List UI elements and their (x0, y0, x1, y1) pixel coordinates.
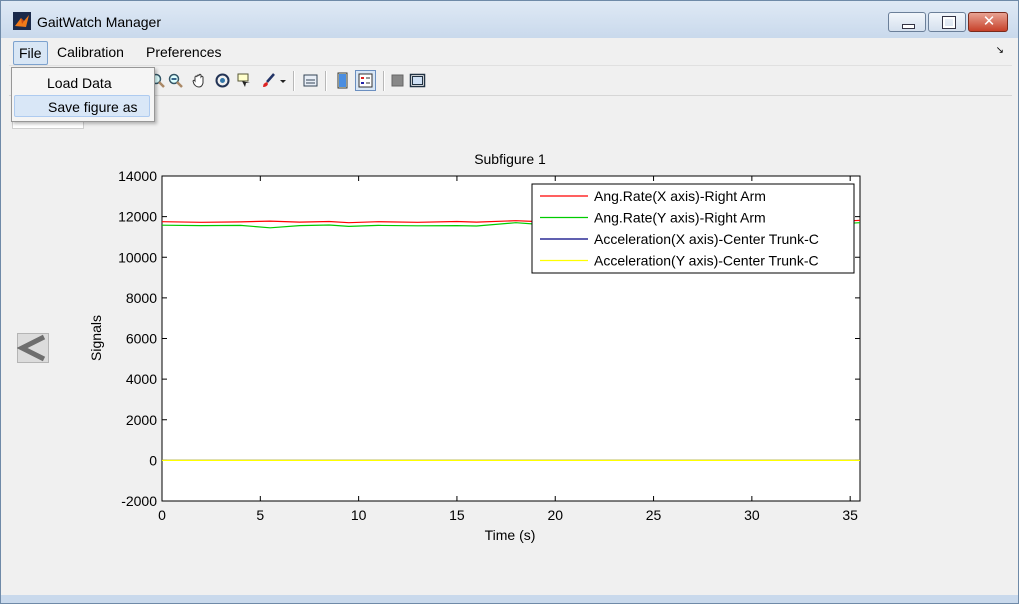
legend-icon[interactable] (355, 70, 376, 91)
menu-bar: File Calibration Preferences ↘ (9, 39, 1012, 66)
x-tick-label: 25 (646, 507, 662, 523)
chart-title: Subfigure 1 (474, 151, 546, 167)
menu-item-save-figure-as[interactable]: Save figure as (14, 95, 150, 117)
menu-calibration[interactable]: Calibration (52, 41, 129, 63)
menu-preferences[interactable]: Preferences (141, 41, 226, 63)
rotate-3d-icon[interactable] (214, 72, 231, 89)
y-axis-label: Signals (88, 315, 104, 361)
menu-item-load-data[interactable]: Load Data (14, 72, 150, 94)
legend-label: Acceleration(X axis)-Center Trunk-C (594, 231, 819, 247)
y-tick-label: 6000 (126, 331, 157, 347)
close-button[interactable]: ✕ (968, 12, 1008, 32)
hide-plot-tools-icon[interactable] (389, 72, 406, 89)
title-bar[interactable]: GaitWatch Manager ✕ (1, 1, 1018, 38)
window-title: GaitWatch Manager (37, 14, 161, 30)
x-tick-label: 35 (842, 507, 858, 523)
link-plot-icon[interactable] (302, 72, 319, 89)
y-tick-label: 12000 (118, 209, 157, 225)
figure-toolbar (9, 67, 1012, 96)
show-plot-tools-icon[interactable] (409, 72, 426, 89)
legend-label: Ang.Rate(Y axis)-Right Arm (594, 210, 766, 226)
x-tick-label: 0 (158, 507, 166, 523)
chart-legend[interactable]: Ang.Rate(X axis)-Right Arm Ang.Rate(Y axi… (531, 183, 855, 274)
colorbar-icon[interactable] (334, 72, 351, 89)
y-tick-label: 0 (149, 452, 157, 468)
close-icon: ✕ (982, 12, 996, 30)
x-tick-label: 10 (351, 507, 367, 523)
brush-dropdown-icon[interactable] (279, 72, 287, 89)
y-tick-label: 10000 (118, 249, 157, 265)
legend-label: Acceleration(Y axis)-Center Trunk-C (594, 253, 819, 269)
minimize-button[interactable] (888, 12, 926, 32)
window-bottom-border (1, 595, 1018, 603)
y-tick-label: 2000 (126, 412, 157, 428)
menu-file[interactable]: File (13, 41, 48, 65)
x-tick-label: 15 (449, 507, 465, 523)
pan-hand-icon[interactable] (191, 72, 208, 89)
toolbar-separator (325, 71, 327, 91)
brush-icon[interactable] (260, 72, 277, 89)
toolbar-separator (293, 71, 295, 91)
toolbar-dock-icon[interactable]: ↘ (996, 45, 1004, 56)
x-tick-label: 5 (256, 507, 264, 523)
main-window: GaitWatch Manager ✕ File Calibration Pre… (0, 0, 1019, 604)
x-tick-label: 20 (547, 507, 563, 523)
maximize-button[interactable] (928, 12, 966, 32)
matlab-app-icon (13, 12, 31, 30)
x-tick-label: 30 (744, 507, 760, 523)
data-cursor-icon[interactable] (236, 72, 253, 89)
y-tick-label: 14000 (118, 168, 157, 184)
zoom-out-icon[interactable] (167, 72, 184, 89)
y-tick-label: 8000 (126, 290, 157, 306)
y-tick-label: 4000 (126, 371, 157, 387)
signals-chart[interactable]: Subfigure 1 -200002000400060008000100001… (1, 141, 1019, 551)
file-menu-dropdown: Load Data Save figure as (11, 67, 155, 122)
toolbar-separator (383, 71, 385, 91)
legend-label: Ang.Rate(X axis)-Right Arm (594, 188, 766, 204)
y-tick-label: -2000 (121, 493, 157, 509)
x-axis-label: Time (s) (485, 527, 536, 543)
